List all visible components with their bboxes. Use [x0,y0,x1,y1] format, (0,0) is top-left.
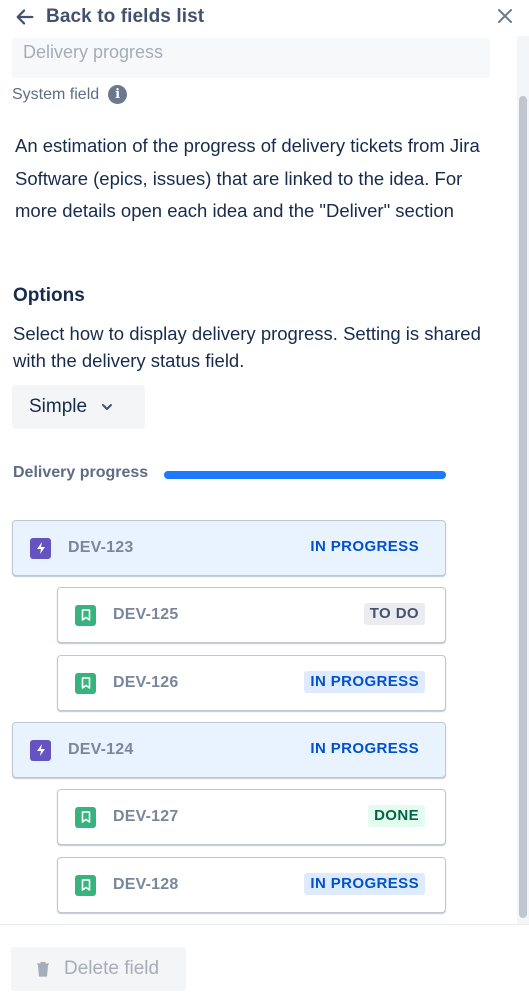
bookmark-icon [75,604,96,626]
display-mode-select[interactable]: Simple [12,385,145,429]
issue-key[interactable]: DEV-127 [113,808,178,826]
options-heading: Options [13,285,85,306]
issue-key[interactable]: DEV-126 [113,674,178,692]
status-badge: IN PROGRESS [304,671,425,693]
field-name-input[interactable]: Delivery progress [12,38,490,78]
status-badge: IN PROGRESS [310,538,419,555]
epic-card[interactable]: DEV-123 IN PROGRESS [12,520,446,576]
field-description: An estimation of the progress of deliver… [15,135,480,221]
trash-icon [37,961,49,977]
status-badge: IN PROGRESS [304,873,425,895]
bookmark-icon [75,806,96,828]
options-description: Select how to display delivery progress.… [13,323,481,371]
delete-field-button[interactable]: Delete field [11,947,186,991]
bookmark-icon [75,874,96,896]
panel-footer: Delete field [0,924,529,999]
back-to-fields-button[interactable]: Back to fields list [14,4,204,30]
close-button[interactable] [495,6,515,26]
issue-card[interactable]: DEV-128 IN PROGRESS [57,857,446,913]
delivery-progress-bar [164,471,446,479]
bookmark-icon [75,672,96,694]
status-badge: TO DO [363,603,425,625]
delivery-progress-fill [164,471,446,479]
issue-key[interactable]: DEV-125 [113,606,178,624]
panel-header: Back to fields list [0,0,529,36]
back-to-fields-label: Back to fields list [46,6,205,27]
display-mode-value: Simple [29,396,88,417]
issue-key[interactable]: DEV-124 [68,741,133,759]
status-badge: DONE [368,805,425,827]
system-field-label: System field [12,85,100,103]
info-icon[interactable]: i [108,85,128,104]
close-icon [498,9,512,23]
epic-card[interactable]: DEV-124 IN PROGRESS [12,722,446,778]
scrollbar-thumb[interactable] [519,96,527,918]
lightning-icon [30,739,51,761]
issue-key[interactable]: DEV-123 [68,539,133,557]
field-name-value: Delivery progress [23,42,164,62]
system-field-row: System field i [12,85,128,104]
issue-card[interactable]: DEV-125 TO DO [57,587,446,643]
scrollbar[interactable] [517,36,529,924]
chevron-down-icon [102,404,113,410]
issue-card[interactable]: DEV-126 IN PROGRESS [57,655,446,711]
delivery-progress-label: Delivery progress [13,464,149,481]
delete-field-label: Delete field [64,958,160,979]
issue-key[interactable]: DEV-128 [113,876,178,894]
arrow-left-icon [16,9,34,25]
lightning-icon [30,537,51,559]
status-badge: IN PROGRESS [310,740,419,757]
issue-card[interactable]: DEV-127 DONE [57,789,446,845]
